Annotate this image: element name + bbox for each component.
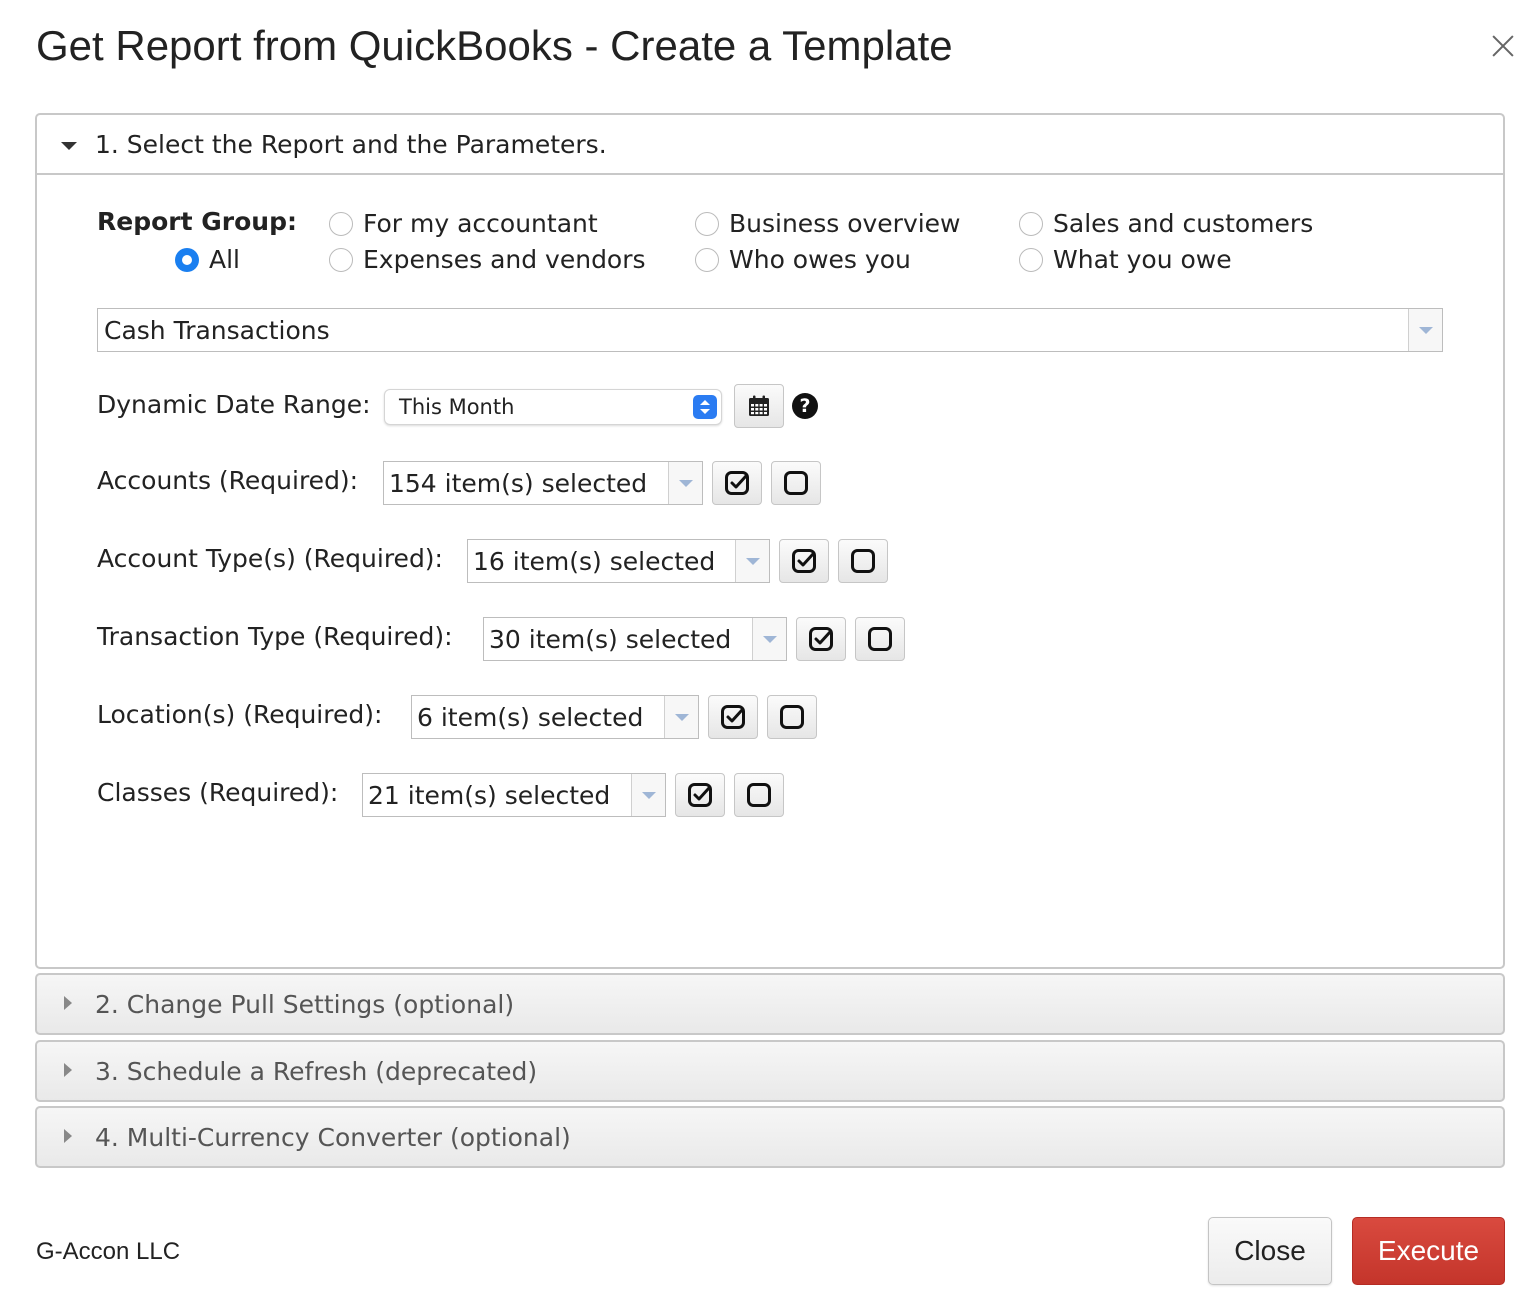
calendar-button[interactable] bbox=[734, 384, 784, 428]
expand-arrow-icon bbox=[64, 1063, 72, 1077]
accounts-label: Accounts (Required): bbox=[97, 466, 359, 495]
check-square-icon bbox=[792, 549, 816, 573]
expand-arrow-icon bbox=[64, 996, 72, 1010]
check-square-icon bbox=[725, 471, 749, 495]
account-types-label: Account Type(s) (Required): bbox=[97, 544, 443, 573]
section-select-report: 1. Select the Report and the Parameters.… bbox=[35, 113, 1505, 969]
square-icon bbox=[784, 471, 808, 495]
section-schedule-refresh[interactable]: 3. Schedule a Refresh (deprecated) bbox=[35, 1040, 1505, 1102]
square-icon bbox=[868, 627, 892, 651]
locations-label: Location(s) (Required): bbox=[97, 700, 383, 729]
locations-clear-button[interactable] bbox=[767, 695, 817, 739]
radio-label: Business overview bbox=[729, 209, 961, 238]
chevron-down-icon[interactable] bbox=[1408, 309, 1442, 351]
radio-expenses-and-vendors[interactable]: Expenses and vendors bbox=[329, 245, 646, 274]
accounts-clear-button[interactable] bbox=[771, 461, 821, 505]
section-pull-settings[interactable]: 2. Change Pull Settings (optional) bbox=[35, 973, 1505, 1035]
collapse-arrow-icon bbox=[61, 142, 77, 150]
check-square-icon bbox=[688, 783, 712, 807]
account-types-multiselect[interactable]: 16 item(s) selected bbox=[467, 539, 770, 583]
calendar-icon bbox=[749, 395, 769, 416]
classes-multiselect[interactable]: 21 item(s) selected bbox=[362, 773, 666, 817]
radio-sales-and-customers[interactable]: Sales and customers bbox=[1019, 209, 1313, 238]
transaction-type-value: 30 item(s) selected bbox=[489, 624, 732, 654]
report-select-value: Cash Transactions bbox=[104, 315, 330, 345]
radio-icon bbox=[1019, 211, 1043, 236]
brand-label: G-Accon LLC bbox=[36, 1238, 181, 1265]
square-icon bbox=[780, 705, 804, 729]
date-range-value: This Month bbox=[399, 395, 515, 419]
select-arrows-icon bbox=[693, 395, 717, 419]
radio-business-overview[interactable]: Business overview bbox=[695, 209, 961, 238]
radio-label: Expenses and vendors bbox=[363, 245, 646, 274]
section-1-header[interactable]: 1. Select the Report and the Parameters. bbox=[37, 115, 1503, 175]
transaction-type-clear-button[interactable] bbox=[855, 617, 905, 661]
chevron-down-icon[interactable] bbox=[631, 774, 665, 816]
classes-select-all-button[interactable] bbox=[675, 773, 725, 817]
accounts-multiselect[interactable]: 154 item(s) selected bbox=[383, 461, 703, 505]
radio-for-my-accountant[interactable]: For my accountant bbox=[329, 209, 598, 238]
radio-icon bbox=[329, 211, 353, 236]
chevron-down-icon[interactable] bbox=[752, 618, 786, 660]
section-4-title: 4. Multi-Currency Converter (optional) bbox=[95, 1122, 571, 1152]
help-icon[interactable]: ? bbox=[792, 393, 818, 419]
radio-icon bbox=[695, 211, 719, 236]
account-types-value: 16 item(s) selected bbox=[473, 546, 716, 576]
radio-icon bbox=[329, 247, 353, 272]
accounts-select-all-button[interactable] bbox=[712, 461, 762, 505]
transaction-type-label: Transaction Type (Required): bbox=[97, 622, 453, 651]
check-square-icon bbox=[809, 627, 833, 651]
radio-label: What you owe bbox=[1053, 245, 1232, 274]
expand-arrow-icon bbox=[64, 1129, 72, 1143]
radio-what-you-owe[interactable]: What you owe bbox=[1019, 245, 1232, 274]
section-2-title: 2. Change Pull Settings (optional) bbox=[95, 989, 515, 1019]
transaction-type-select-all-button[interactable] bbox=[796, 617, 846, 661]
report-group-label: Report Group: bbox=[97, 207, 297, 236]
close-icon[interactable] bbox=[1486, 30, 1520, 64]
section-1-title: 1. Select the Report and the Parameters. bbox=[95, 129, 607, 159]
section-multi-currency[interactable]: 4. Multi-Currency Converter (optional) bbox=[35, 1106, 1505, 1168]
transaction-type-multiselect[interactable]: 30 item(s) selected bbox=[483, 617, 787, 661]
chevron-down-icon[interactable] bbox=[735, 540, 769, 582]
radio-checked-icon bbox=[175, 247, 199, 272]
radio-label: All bbox=[209, 245, 240, 274]
radio-label: Who owes you bbox=[729, 245, 911, 274]
account-types-select-all-button[interactable] bbox=[779, 539, 829, 583]
execute-button[interactable]: Execute bbox=[1352, 1217, 1505, 1285]
radio-label: For my accountant bbox=[363, 209, 598, 238]
locations-value: 6 item(s) selected bbox=[417, 702, 644, 732]
radio-icon bbox=[1019, 247, 1043, 272]
classes-clear-button[interactable] bbox=[734, 773, 784, 817]
radio-all[interactable]: All bbox=[175, 245, 240, 274]
classes-label: Classes (Required): bbox=[97, 778, 339, 807]
check-square-icon bbox=[721, 705, 745, 729]
locations-multiselect[interactable]: 6 item(s) selected bbox=[411, 695, 699, 739]
radio-label: Sales and customers bbox=[1053, 209, 1314, 238]
square-icon bbox=[747, 783, 771, 807]
locations-select-all-button[interactable] bbox=[708, 695, 758, 739]
account-types-clear-button[interactable] bbox=[838, 539, 888, 583]
date-range-select[interactable]: This Month bbox=[384, 389, 722, 425]
radio-who-owes-you[interactable]: Who owes you bbox=[695, 245, 911, 274]
classes-value: 21 item(s) selected bbox=[368, 780, 611, 810]
square-icon bbox=[851, 549, 875, 573]
dialog-title: Get Report from QuickBooks - Create a Te… bbox=[36, 22, 953, 69]
close-button[interactable]: Close bbox=[1208, 1217, 1332, 1285]
report-select[interactable]: Cash Transactions bbox=[97, 308, 1443, 352]
date-range-label: Dynamic Date Range: bbox=[97, 390, 371, 419]
radio-icon bbox=[695, 247, 719, 272]
chevron-down-icon[interactable] bbox=[668, 462, 702, 504]
section-3-title: 3. Schedule a Refresh (deprecated) bbox=[95, 1056, 538, 1086]
accounts-value: 154 item(s) selected bbox=[389, 468, 648, 498]
chevron-down-icon[interactable] bbox=[664, 696, 698, 738]
